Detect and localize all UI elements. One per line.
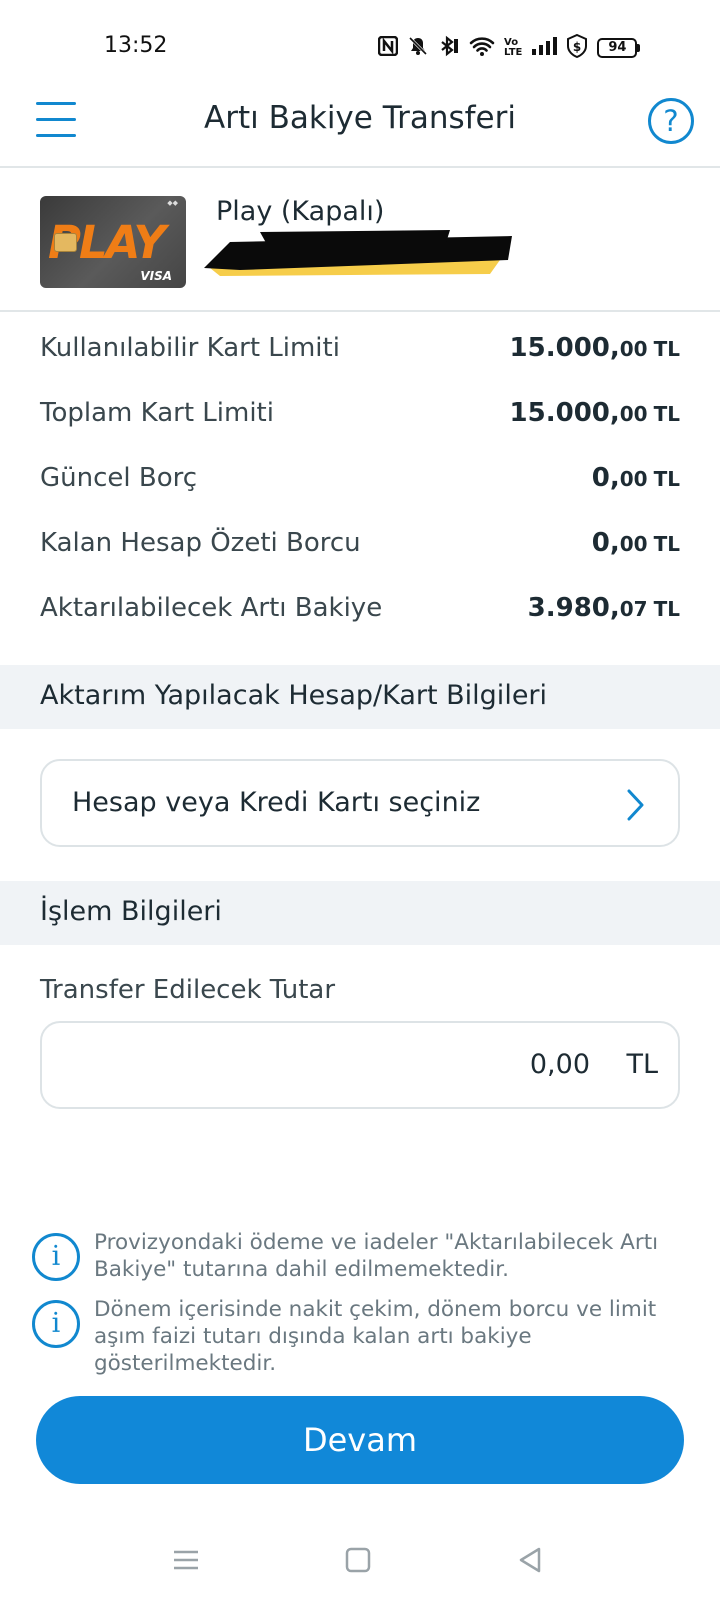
info-row-total-limit: Toplam Kart Limiti 15.000,00 TL xyxy=(0,388,720,453)
section-title: İşlem Bilgileri xyxy=(40,896,222,927)
info-value: 3.980,07 TL xyxy=(527,593,680,623)
app-header: Artı Bakiye Transferi ? xyxy=(0,90,720,168)
info-label: Aktarılabilecek Artı Bakiye xyxy=(40,593,383,623)
back-icon[interactable] xyxy=(510,1540,550,1580)
note-text: Dönem içerisinde nakit çekim, dönem borc… xyxy=(94,1297,657,1376)
card-network-logo: VISA xyxy=(140,269,172,283)
system-nav-bar xyxy=(0,1520,720,1600)
section-title: Aktarım Yapılacak Hesap/Kart Bilgileri xyxy=(40,680,548,711)
info-value: 15.000,00 TL xyxy=(509,398,680,428)
status-icons: Vo LTE $ 94 xyxy=(377,33,641,62)
info-label: Güncel Borç xyxy=(40,463,198,493)
page-title: Artı Bakiye Transferi xyxy=(204,100,516,136)
info-row-transferable-balance: Aktarılabilecek Artı Bakiye 3.980,07 TL xyxy=(0,583,720,648)
target-section-header: Aktarım Yapılacak Hesap/Kart Bilgileri xyxy=(0,665,720,729)
limit-info-list: Kullanılabilir Kart Limiti 15.000,00 TL T… xyxy=(0,323,720,648)
info-row-current-debt: Güncel Borç 0,00 TL xyxy=(0,453,720,518)
card-summary: ◆◆ PLAY VISA Play (Kapalı) xyxy=(0,170,720,312)
svg-text:$: $ xyxy=(573,40,581,54)
chevron-right-icon xyxy=(627,789,644,821)
volte-icon: Vo LTE xyxy=(504,37,523,58)
note-text: Provizyondaki ödeme ve iadeler "Aktarıla… xyxy=(94,1230,659,1282)
info-label: Kalan Hesap Özeti Borcu xyxy=(40,528,361,558)
amount-value: 0,00 xyxy=(529,1049,590,1080)
continue-button[interactable]: Devam xyxy=(36,1396,684,1484)
nfc-icon xyxy=(377,35,399,60)
info-label: Kullanılabilir Kart Limiti xyxy=(40,333,340,363)
battery-icon: 94 xyxy=(597,38,641,58)
card-name: Play (Kapalı) xyxy=(216,196,385,227)
bluetooth-icon xyxy=(438,35,460,61)
transaction-section-header: İşlem Bilgileri xyxy=(0,881,720,945)
shield-dollar-icon: $ xyxy=(566,33,588,62)
redaction-mark xyxy=(204,230,512,276)
card-bank-logo: ◆◆ xyxy=(167,199,178,207)
card-image: ◆◆ PLAY VISA xyxy=(40,196,186,288)
info-icon: i xyxy=(32,1300,80,1348)
info-value: 0,00 TL xyxy=(591,463,680,493)
signal-icon xyxy=(531,36,558,60)
recent-apps-icon[interactable] xyxy=(166,1540,206,1580)
wifi-icon xyxy=(469,35,495,61)
mute-icon xyxy=(407,35,429,61)
info-row-available-limit: Kullanılabilir Kart Limiti 15.000,00 TL xyxy=(0,323,720,388)
info-icon: i xyxy=(32,1233,80,1281)
select-placeholder: Hesap veya Kredi Kartı seçiniz xyxy=(72,787,481,818)
info-value: 0,00 TL xyxy=(591,528,680,558)
target-account-select[interactable]: Hesap veya Kredi Kartı seçiniz xyxy=(40,759,680,847)
help-icon[interactable]: ? xyxy=(648,98,694,144)
status-time: 13:52 xyxy=(104,33,168,58)
home-icon[interactable] xyxy=(338,1540,378,1580)
amount-currency: TL xyxy=(626,1049,658,1080)
info-value: 15.000,00 TL xyxy=(509,333,680,363)
amount-label: Transfer Edilecek Tutar xyxy=(40,975,336,1005)
info-row-statement-debt: Kalan Hesap Özeti Borcu 0,00 TL xyxy=(0,518,720,583)
battery-level: 94 xyxy=(597,38,638,58)
info-label: Toplam Kart Limiti xyxy=(40,398,274,428)
card-chip-icon xyxy=(54,233,77,252)
status-bar: 13:52 Vo LTE $ 94 xyxy=(0,0,720,90)
amount-input[interactable]: 0,00 TL xyxy=(40,1021,680,1109)
